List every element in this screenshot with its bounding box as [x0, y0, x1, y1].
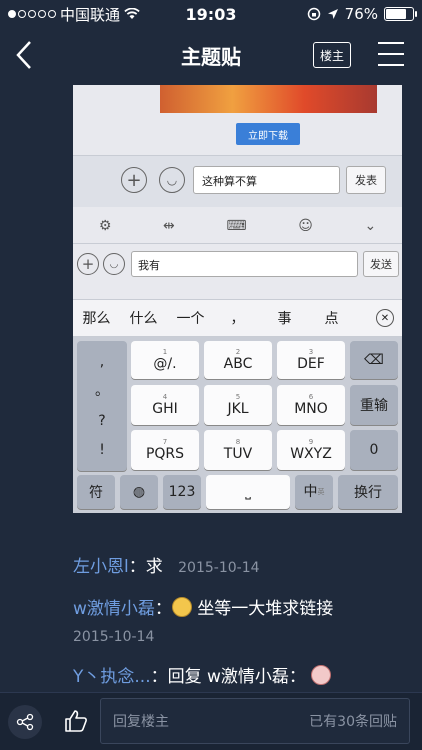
back-icon[interactable]: [10, 38, 40, 72]
comment-item: Y丶执念...：回复 w激情小磊：: [73, 662, 332, 687]
comment-date: 2015-10-14: [178, 560, 260, 576]
battery-icon: [384, 7, 417, 21]
thumbs-up-icon[interactable]: [58, 703, 94, 739]
smiley-icon: ☺: [298, 218, 313, 234]
send-button: 发送: [363, 251, 399, 277]
candidate-word: 那么: [82, 311, 111, 327]
comment-date: 2015-10-14: [73, 629, 155, 645]
candidate-word: ，: [230, 311, 245, 327]
banner-image: [160, 85, 377, 113]
page-title: 主题贴: [181, 45, 241, 69]
carrier-label: 中国联通: [60, 5, 121, 24]
comment-date-row: 2015-10-14: [73, 626, 154, 646]
reenter-key: 重输: [350, 385, 398, 425]
share-icon[interactable]: [8, 705, 42, 739]
key-0: 0: [350, 430, 398, 470]
clock: 19:03: [185, 4, 237, 24]
chevron-down-icon: ⌄: [364, 218, 377, 234]
location-icon: [327, 9, 338, 19]
plus-icon: +: [121, 167, 147, 193]
candidate-word: 什么: [129, 311, 158, 327]
key-6: 6 MNO: [277, 385, 345, 425]
globe-icon: ◍: [120, 475, 158, 509]
nav-bar: 主题贴 楼主: [0, 28, 422, 83]
candidate-word: 点: [324, 311, 339, 327]
emoji-icon: [171, 597, 192, 617]
number-key: 123: [163, 475, 201, 509]
signal-icon: [8, 10, 56, 18]
comment-text: 坐等一大堆求链接: [197, 599, 334, 619]
candidate-word: 一个: [176, 311, 205, 327]
publish-button: 发表: [346, 166, 386, 194]
space-key: ⎵: [206, 475, 290, 509]
reply-input-1: 这种算不算: [193, 166, 340, 194]
emoji-icon: [311, 665, 332, 685]
backspace-key: ⌫: [350, 341, 398, 379]
comment-text: 回复 w激情小磊：: [167, 667, 306, 687]
candidate-word: 事: [277, 311, 292, 327]
cursor-icon: ⇹: [163, 218, 175, 234]
plus-icon: +: [77, 253, 99, 275]
key-4: 4 GHI: [131, 385, 199, 425]
reply-input-2: 我有: [131, 251, 358, 277]
newline-key: 换行: [338, 475, 398, 509]
post-image[interactable]: 立即下载 + ◡ 这种算不算 发表 ⚙ ⇹ ⌨ ☺ ⌄ + ◡ 我有 发送 那么…: [73, 85, 402, 513]
comment-user[interactable]: Y丶执念...: [73, 667, 151, 687]
status-bar: 中国联通 19:03 76%: [0, 0, 422, 28]
key-7: 7 PQRS: [131, 430, 199, 470]
battery-percent: 76%: [344, 5, 378, 23]
comment-item: w激情小磊： 坐等一大堆求链接: [73, 597, 334, 619]
reply-input[interactable]: 回复楼主 已有30条回贴: [100, 698, 410, 744]
keyboard-image: ,。?! 1 @/. 2 ABC 3 DEF ⌫ 4 GHI 5 JKL 6 MNO 重输 …: [73, 337, 402, 513]
reply-count: 已有30条回贴: [309, 714, 397, 730]
toolbar: ⚙ ⇹ ⌨ ☺ ⌄: [73, 207, 402, 245]
punctuation-column: ,。?!: [77, 341, 127, 471]
rotation-lock-icon: [307, 7, 320, 21]
candidate-bar: 那么 什么 一个 ， 事 点 ✕: [73, 299, 402, 337]
symbol-key: 符: [77, 475, 115, 509]
comment-user[interactable]: 左小恩l: [73, 557, 129, 577]
key-1: 1 @/.: [131, 341, 199, 379]
language-key: 中英: [295, 475, 333, 509]
key-2: 2 ABC: [204, 341, 272, 379]
menu-icon[interactable]: [378, 42, 404, 66]
owner-only-button[interactable]: 楼主: [313, 42, 351, 68]
keyboard-icon: ⌨: [226, 218, 247, 234]
gear-icon: ⚙: [98, 218, 112, 234]
bottom-bar: 回复楼主 已有30条回贴: [0, 692, 422, 750]
wifi-icon: [124, 8, 140, 19]
key-3: 3 DEF: [277, 341, 345, 379]
reply-placeholder: 回复楼主: [113, 714, 169, 730]
smiley-icon: ◡: [159, 167, 185, 193]
comment-item: 左小恩l：求 2015-10-14: [73, 557, 260, 577]
comment-text: 求: [145, 557, 163, 577]
key-9: 9 WXYZ: [277, 430, 345, 470]
key-8: 8 TUV: [204, 430, 272, 470]
comment-user[interactable]: w激情小磊: [73, 599, 155, 619]
smiley-icon: ◡: [103, 253, 125, 275]
download-button: 立即下载: [236, 123, 300, 145]
close-icon: ✕: [376, 309, 394, 327]
key-5: 5 JKL: [204, 385, 272, 425]
